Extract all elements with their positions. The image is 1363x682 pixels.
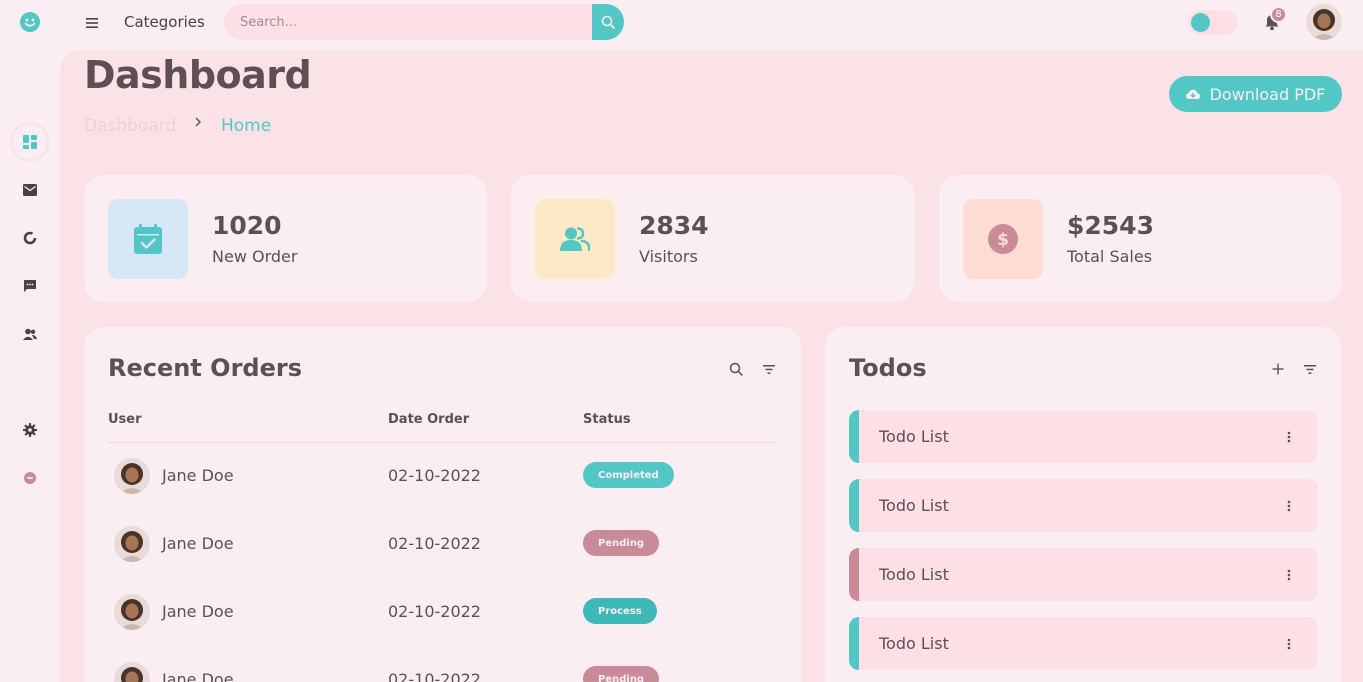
people-icon: [23, 328, 37, 340]
sidebar-item-inbox[interactable]: [10, 170, 50, 210]
search-form: [224, 4, 624, 40]
breadcrumb-dashboard[interactable]: Dashboard: [84, 116, 176, 136]
stat-label: Visitors: [639, 247, 698, 266]
status-badge: Pending: [583, 666, 660, 682]
cloud-download-icon: [1185, 89, 1200, 99]
download-pdf-button[interactable]: Download PDF: [1169, 76, 1342, 112]
stat-icon-box: [108, 199, 188, 279]
stat-label: Total Sales: [1067, 247, 1153, 266]
recent-orders-panel: Recent Orders User Date Order Status Jan…: [84, 327, 801, 682]
theme-toggle[interactable]: [1188, 10, 1238, 35]
table-row[interactable]: Jane Doe 02-10-2022 Completed: [108, 443, 777, 511]
filter-icon[interactable]: [761, 361, 777, 377]
column-header-date[interactable]: Date Order: [388, 412, 469, 427]
status-badge: Process: [583, 598, 657, 624]
row-date: 02-10-2022: [388, 602, 481, 621]
dollar-icon: $: [988, 224, 1018, 254]
notification-badge: 8: [1270, 6, 1287, 23]
filter-icon[interactable]: [1302, 361, 1318, 377]
todo-item[interactable]: Todo List: [849, 548, 1318, 601]
status-badge: Completed: [583, 462, 674, 488]
todo-label: Todo List: [879, 634, 949, 653]
stat-card-orders: 1020 New Order: [84, 175, 487, 302]
todo-label: Todo List: [879, 496, 949, 515]
avatar: [114, 526, 150, 562]
breadcrumb-home[interactable]: Home: [221, 116, 271, 136]
search-icon: [601, 15, 615, 29]
plus-icon[interactable]: [1270, 361, 1286, 377]
logout-icon: [24, 472, 36, 484]
table-row[interactable]: Jane Doe 02-10-2022 Pending: [108, 647, 777, 682]
row-date: 02-10-2022: [388, 670, 481, 682]
sidebar-item-analytics[interactable]: [10, 218, 50, 258]
download-pdf-label: Download PDF: [1209, 84, 1326, 104]
more-vertical-icon[interactable]: [1281, 635, 1297, 653]
todo-label: Todo List: [879, 427, 949, 446]
more-vertical-icon[interactable]: [1281, 428, 1297, 446]
todo-status-bar: [849, 617, 859, 670]
search-button[interactable]: [592, 4, 624, 40]
stat-value: 1020: [212, 211, 282, 240]
column-header-user[interactable]: User: [108, 412, 142, 427]
panel-title: Todos: [849, 354, 927, 382]
panel-title: Recent Orders: [108, 354, 302, 382]
search-icon[interactable]: [728, 361, 744, 377]
search-input[interactable]: [224, 4, 592, 40]
dashboard-icon: [23, 135, 37, 149]
top-bar: Categories 8: [0, 0, 1363, 50]
avatar: [114, 458, 150, 494]
row-date: 02-10-2022: [388, 534, 481, 553]
todo-item[interactable]: Todo List: [849, 479, 1318, 532]
stat-icon-box: [535, 199, 615, 279]
stat-value: 2834: [639, 211, 709, 240]
toggle-knob: [1191, 13, 1210, 32]
avatar: [114, 594, 150, 630]
todo-item[interactable]: Todo List: [849, 617, 1318, 670]
more-vertical-icon[interactable]: [1281, 566, 1297, 584]
todo-status-bar: [849, 548, 859, 601]
stat-card-sales: $ $2543 Total Sales: [939, 175, 1342, 302]
more-vertical-icon[interactable]: [1281, 497, 1297, 515]
smiley-icon[interactable]: [20, 12, 40, 32]
stat-card-visitors: 2834 Visitors: [511, 175, 914, 302]
stat-icon-box: $: [963, 199, 1043, 279]
donut-chart-icon: [23, 231, 37, 245]
avatar: [114, 662, 150, 682]
table-row[interactable]: Jane Doe 02-10-2022 Pending: [108, 511, 777, 579]
todos-panel: Todos Todo List Todo List Todo List Todo…: [825, 327, 1342, 682]
column-header-status[interactable]: Status: [583, 412, 631, 427]
sidebar-item-settings[interactable]: [10, 410, 50, 450]
svg-text:$: $: [997, 230, 1009, 250]
todo-status-bar: [849, 479, 859, 532]
hamburger-icon[interactable]: [84, 13, 100, 33]
status-badge: Pending: [583, 530, 660, 556]
chevron-right-icon: [194, 116, 202, 132]
user-avatar[interactable]: [1306, 4, 1342, 40]
stat-value: $2543: [1067, 211, 1154, 240]
sidebar-item-logout[interactable]: [10, 458, 50, 498]
stat-label: New Order: [212, 247, 298, 266]
todo-label: Todo List: [879, 565, 949, 584]
people-icon: [560, 227, 590, 251]
chat-icon: [24, 280, 36, 292]
mail-icon: [23, 184, 37, 196]
row-user-name: Jane Doe: [162, 534, 234, 553]
sidebar-item-dashboard[interactable]: [10, 122, 50, 162]
todo-status-bar: [849, 410, 859, 463]
table-row[interactable]: Jane Doe 02-10-2022 Process: [108, 579, 777, 647]
row-user-name: Jane Doe: [162, 670, 234, 682]
gear-icon: [23, 423, 37, 437]
sidebar-item-messages[interactable]: [10, 266, 50, 306]
row-user-name: Jane Doe: [162, 602, 234, 621]
sidebar: [0, 50, 60, 682]
sidebar-item-team[interactable]: [10, 314, 50, 354]
row-date: 02-10-2022: [388, 466, 481, 485]
page-title: Dashboard: [84, 53, 312, 97]
row-user-name: Jane Doe: [162, 466, 234, 485]
todo-item[interactable]: Todo List: [849, 410, 1318, 463]
calendar-check-icon: [134, 224, 162, 254]
categories-link[interactable]: Categories: [124, 13, 205, 31]
